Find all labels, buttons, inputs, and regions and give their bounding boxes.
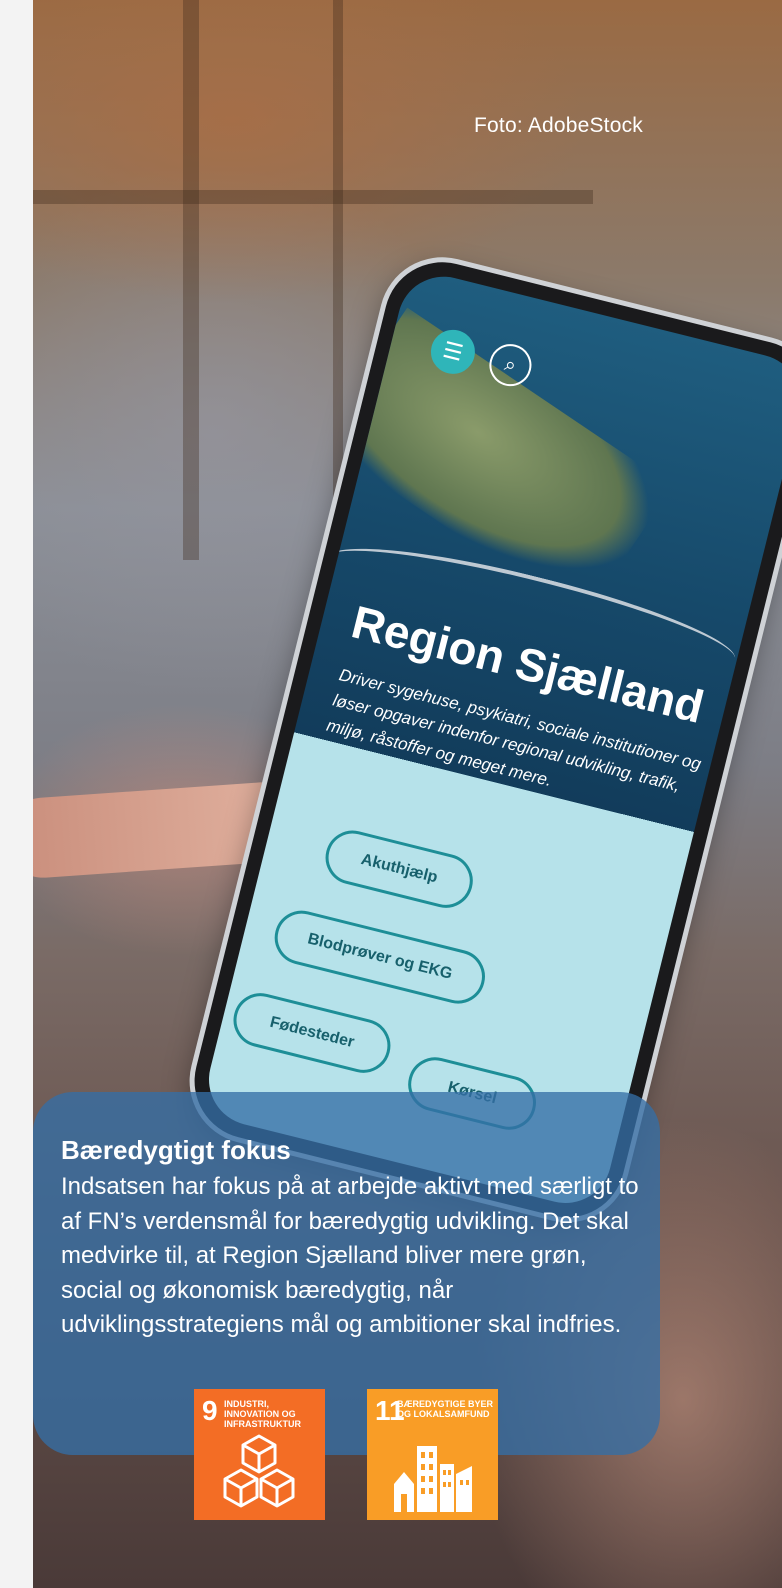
info-title: Bæredygtigt fokus xyxy=(61,1135,291,1165)
sdg-number: 9 xyxy=(202,1395,218,1426)
sdg-11-icon: 11 Bæredygtige byer og lokalsamfund xyxy=(367,1389,498,1520)
button-akuthjaelp[interactable]: Akuthjælp xyxy=(319,824,479,914)
city-buildings-icon xyxy=(394,1446,472,1512)
sdg-9-icon: 9 Industri, innovation og infrastruktur xyxy=(194,1389,325,1520)
shelf-post xyxy=(183,0,199,560)
info-body: Indsatsen har fokus på at arbejde aktivt… xyxy=(61,1173,639,1338)
sdg-label: Industri, innovation og infrastruktur xyxy=(224,1399,301,1429)
button-blodproever[interactable]: Blodprøver og EKG xyxy=(268,904,491,1010)
shelf-post xyxy=(333,0,343,560)
photo-credit: Foto: AdobeStock xyxy=(474,114,643,137)
sdg-label: Bæredygtige byer og lokalsamfund xyxy=(397,1399,494,1419)
shelf-beam xyxy=(33,190,593,204)
cubes-icon xyxy=(223,1434,295,1508)
button-foedesteder[interactable]: Fødesteder xyxy=(227,987,397,1079)
